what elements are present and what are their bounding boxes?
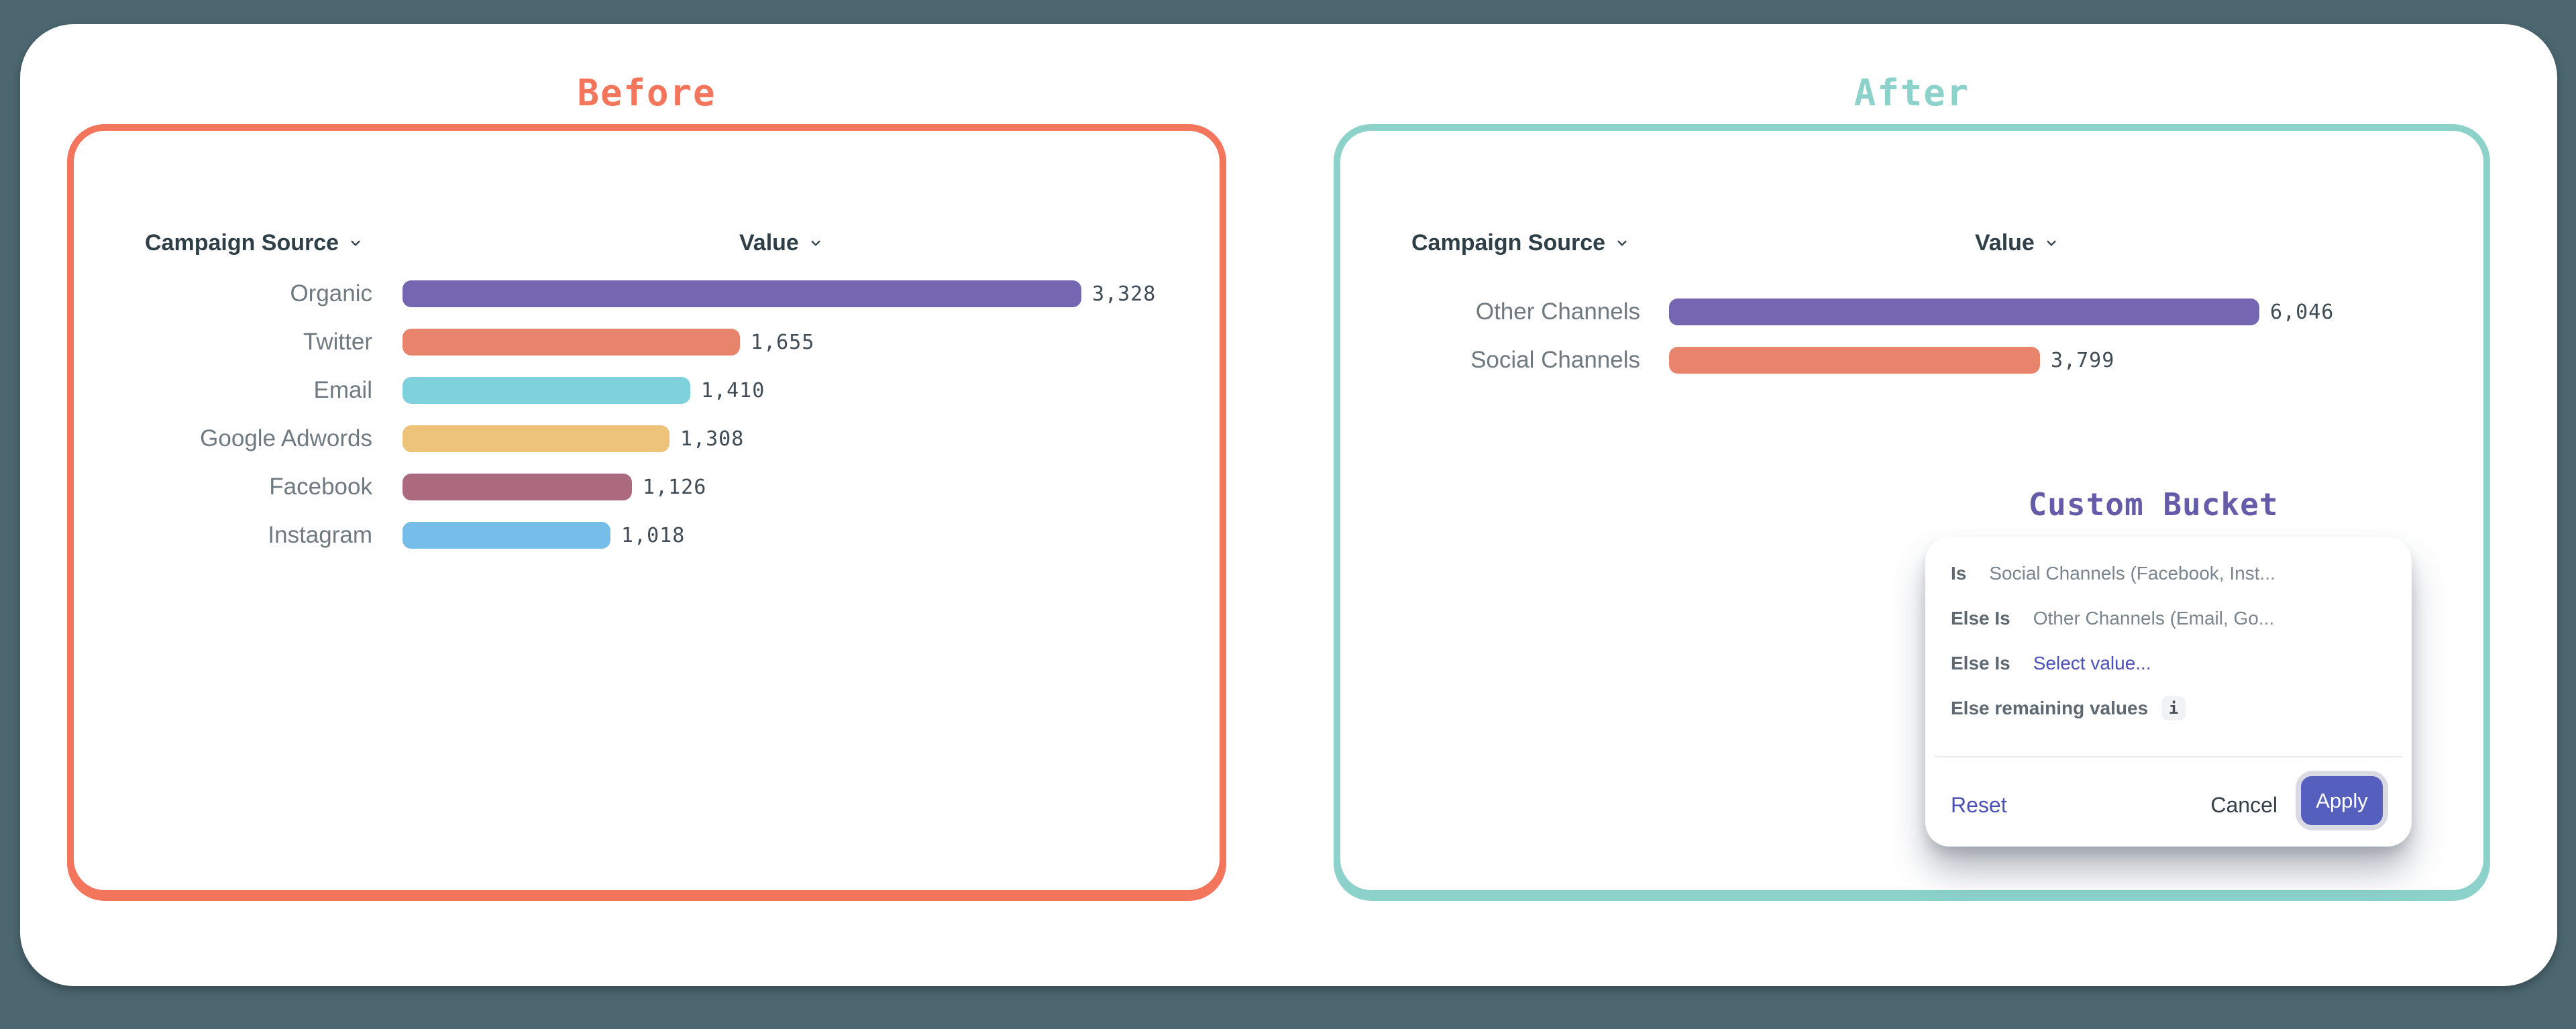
table-row: Twitter 1,655 [74, 329, 1220, 356]
after-title: After [1334, 72, 2490, 114]
before-panel: Campaign Source Value Organic 3,328 Twitte… [67, 124, 1226, 897]
bar[interactable] [402, 377, 690, 404]
bar[interactable] [402, 522, 610, 549]
canvas-card: Before After Campaign Source Value Organ… [20, 24, 2557, 986]
bar[interactable] [402, 474, 632, 500]
before-column-header-campaign-source[interactable]: Campaign Source [145, 226, 364, 260]
condition-value[interactable]: Other Channels (Email, Go... [2033, 608, 2274, 629]
after-column-header-campaign-source[interactable]: Campaign Source [1411, 226, 1631, 260]
bucket-condition-row: Else Is Other Channels (Email, Go... [1951, 603, 2398, 634]
cancel-button[interactable]: Cancel [2210, 792, 2277, 818]
bucket-condition-row: Is Social Channels (Facebook, Inst... [1951, 558, 2398, 589]
select-value-link[interactable]: Select value... [2033, 653, 2151, 674]
bar[interactable] [1669, 299, 2259, 325]
bar[interactable] [402, 280, 1081, 307]
condition-value[interactable]: Social Channels (Facebook, Inst... [1989, 563, 2275, 584]
condition-label: Else Is [1951, 608, 2010, 629]
column-header-label: Campaign Source [1411, 230, 1605, 256]
chevron-down-icon [1613, 234, 1631, 252]
row-label: Email [74, 377, 402, 404]
condition-label: Else remaining values [1951, 698, 2148, 719]
condition-label: Else Is [1951, 653, 2010, 674]
after-column-header-value[interactable]: Value [1975, 226, 2060, 260]
popup-divider [1935, 756, 2402, 757]
bar[interactable] [402, 329, 740, 356]
before-title: Before [67, 72, 1226, 114]
condition-label: Is [1951, 563, 1966, 584]
bar-value-label: 3,799 [2051, 349, 2114, 372]
custom-bucket-popup: Is Social Channels (Facebook, Inst... Else… [1925, 537, 2412, 847]
row-label: Other Channels [1340, 299, 1669, 325]
column-header-label: Campaign Source [145, 230, 339, 256]
apply-button-focus-ring: Apply [2296, 771, 2388, 830]
bar[interactable] [1669, 347, 2040, 374]
bar[interactable] [402, 425, 669, 452]
bar-value-label: 1,308 [680, 427, 744, 451]
chevron-down-icon [2043, 234, 2060, 252]
bar-value-label: 6,046 [2270, 301, 2334, 324]
chevron-down-icon [807, 234, 824, 252]
bucket-condition-row: Else Is Select value... [1951, 648, 2398, 679]
row-label: Instagram [74, 522, 402, 549]
screenshot-root: { "canvas": { "background": "#4C6770", "… [0, 0, 2576, 1029]
table-row: Google Adwords 1,308 [74, 425, 1220, 452]
table-row: Facebook 1,126 [74, 474, 1220, 500]
table-row: Email 1,410 [74, 377, 1220, 404]
table-row: Organic 3,328 [74, 280, 1220, 307]
row-label: Organic [74, 280, 402, 307]
before-column-header-value[interactable]: Value [739, 226, 824, 260]
reset-button[interactable]: Reset [1951, 792, 2007, 818]
custom-bucket-title: Custom Bucket [2019, 484, 2288, 525]
bar-value-label: 1,018 [621, 524, 685, 547]
apply-button[interactable]: Apply [2301, 776, 2383, 825]
row-label: Google Adwords [74, 425, 402, 452]
row-label: Social Channels [1340, 347, 1669, 374]
chevron-down-icon [347, 234, 364, 252]
table-row: Instagram 1,018 [74, 522, 1220, 549]
info-icon[interactable]: i [2161, 696, 2186, 720]
before-chart-rows: Organic 3,328 Twitter 1,655 Email 1,410 Google… [74, 280, 1220, 570]
table-row: Other Channels 6,046 [1340, 299, 2483, 325]
row-label: Facebook [74, 474, 402, 500]
bucket-condition-row: Else remaining values i [1951, 693, 2398, 724]
row-label: Twitter [74, 329, 402, 356]
column-header-label: Value [739, 230, 799, 256]
bucket-conditions: Is Social Channels (Facebook, Inst... Else… [1925, 537, 2412, 724]
bar-value-label: 1,126 [643, 476, 706, 499]
column-header-label: Value [1975, 230, 2035, 256]
bar-value-label: 3,328 [1092, 282, 1156, 306]
after-chart-rows: Other Channels 6,046 Social Channels 3,799 [1340, 299, 2483, 395]
bar-value-label: 1,655 [751, 331, 814, 354]
bar-value-label: 1,410 [701, 379, 765, 402]
table-row: Social Channels 3,799 [1340, 347, 2483, 374]
